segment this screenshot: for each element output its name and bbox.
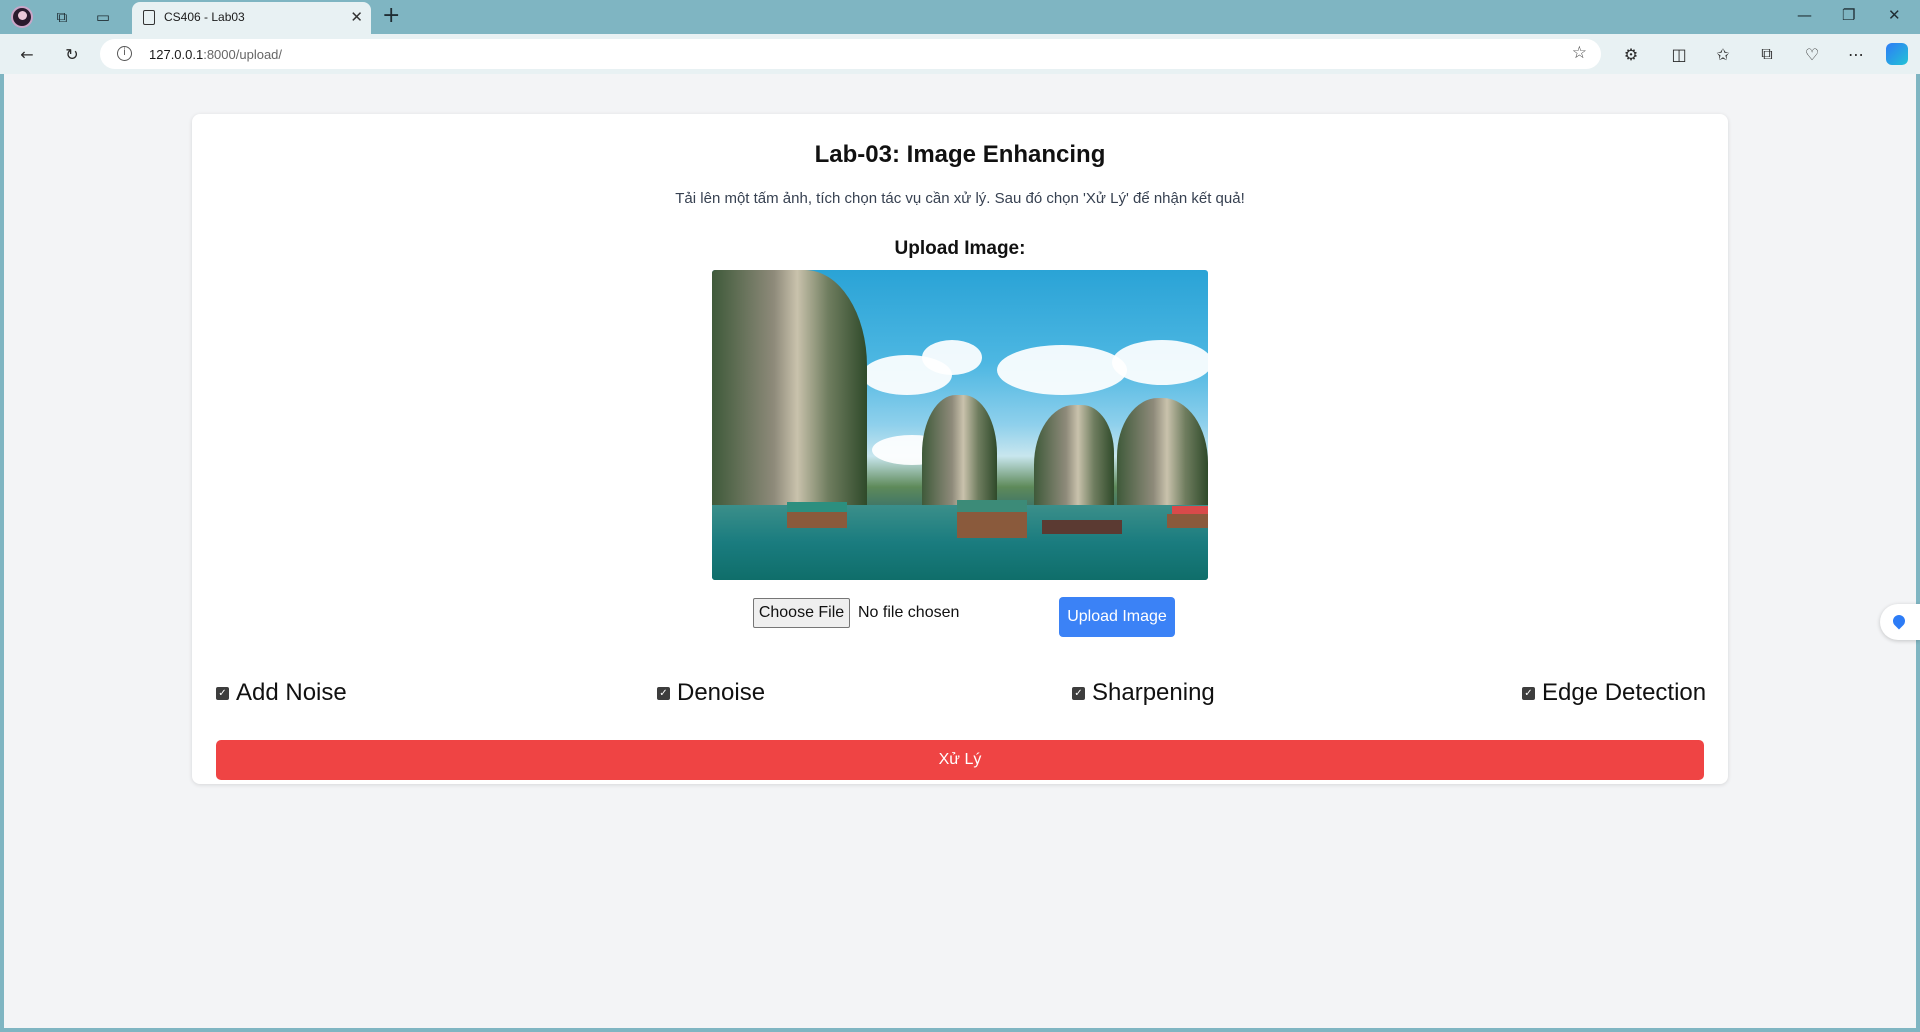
- browser-titlebar: ⧉ ▭ CS406 - Lab03 ✕ + — ❐ ✕: [0, 0, 1920, 34]
- tab-title: CS406 - Lab03: [164, 10, 245, 24]
- workspaces-icon[interactable]: ⧉: [51, 6, 73, 28]
- tab-close-icon[interactable]: ✕: [350, 8, 363, 26]
- copilot-icon[interactable]: [1886, 43, 1908, 65]
- option-edge-detection[interactable]: ✓ Edge Detection: [1522, 679, 1706, 707]
- more-menu-icon[interactable]: ⋯: [1845, 43, 1867, 65]
- option-sharpening[interactable]: ✓ Sharpening: [1072, 679, 1215, 707]
- process-button[interactable]: Xử Lý: [216, 740, 1704, 780]
- restore-button[interactable]: ❐: [1842, 6, 1855, 24]
- address-bar[interactable]: i 127.0.0.1:8000/upload/ ☆: [100, 39, 1601, 69]
- tab-active[interactable]: CS406 - Lab03 ✕: [132, 2, 371, 34]
- refresh-icon[interactable]: ↻: [61, 43, 83, 65]
- uploaded-image-preview: [712, 270, 1208, 580]
- site-info-icon[interactable]: i: [117, 46, 132, 61]
- url-text[interactable]: 127.0.0.1:8000/upload/: [149, 47, 282, 62]
- tab-actions-icon[interactable]: ▭: [92, 6, 114, 28]
- file-status-text: No file chosen: [858, 604, 960, 621]
- browser-essentials-icon[interactable]: ♡: [1801, 43, 1823, 65]
- option-denoise[interactable]: ✓ Denoise: [657, 679, 765, 707]
- page-instructions: Tải lên một tấm ảnh, tích chọn tác vụ cầ…: [675, 190, 1245, 207]
- page-viewport: Lab-03: Image Enhancing Tải lên một tấm …: [4, 74, 1920, 1028]
- option-add-noise[interactable]: ✓ Add Noise: [216, 679, 347, 707]
- collections-icon[interactable]: ⧉: [1756, 43, 1778, 65]
- sharpening-checkbox[interactable]: ✓: [1072, 686, 1085, 700]
- minimize-button[interactable]: —: [1797, 6, 1812, 24]
- add-noise-checkbox[interactable]: ✓: [216, 686, 229, 700]
- upload-image-button[interactable]: Upload Image: [1059, 597, 1175, 637]
- profile-avatar[interactable]: [11, 6, 33, 28]
- edge-detection-label[interactable]: Edge Detection: [1542, 679, 1706, 707]
- sharpening-label[interactable]: Sharpening: [1092, 679, 1215, 707]
- main-card: Lab-03: Image Enhancing Tải lên một tấm …: [192, 114, 1728, 784]
- upload-label: Upload Image:: [894, 238, 1026, 259]
- sidebar-copilot-button[interactable]: [1880, 604, 1920, 640]
- browser-toolbar: ← ↻ i 127.0.0.1:8000/upload/ ☆ ⚙ ◫ ✩ ⧉ ♡…: [0, 34, 1920, 74]
- denoise-label[interactable]: Denoise: [677, 679, 765, 707]
- new-tab-button[interactable]: +: [382, 3, 400, 28]
- favorites-icon[interactable]: ✩: [1712, 43, 1734, 65]
- close-window-button[interactable]: ✕: [1888, 6, 1901, 24]
- choose-file-button[interactable]: Choose File: [753, 598, 850, 628]
- page-icon: [143, 10, 155, 25]
- back-icon[interactable]: ←: [16, 43, 38, 65]
- denoise-checkbox[interactable]: ✓: [657, 686, 670, 700]
- add-noise-label[interactable]: Add Noise: [236, 679, 347, 707]
- favorite-star-icon[interactable]: ☆: [1572, 43, 1587, 63]
- edge-detection-checkbox[interactable]: ✓: [1522, 686, 1535, 700]
- page-title: Lab-03: Image Enhancing: [814, 141, 1106, 168]
- split-screen-icon[interactable]: ◫: [1668, 43, 1690, 65]
- extensions-icon[interactable]: ⚙: [1620, 43, 1642, 65]
